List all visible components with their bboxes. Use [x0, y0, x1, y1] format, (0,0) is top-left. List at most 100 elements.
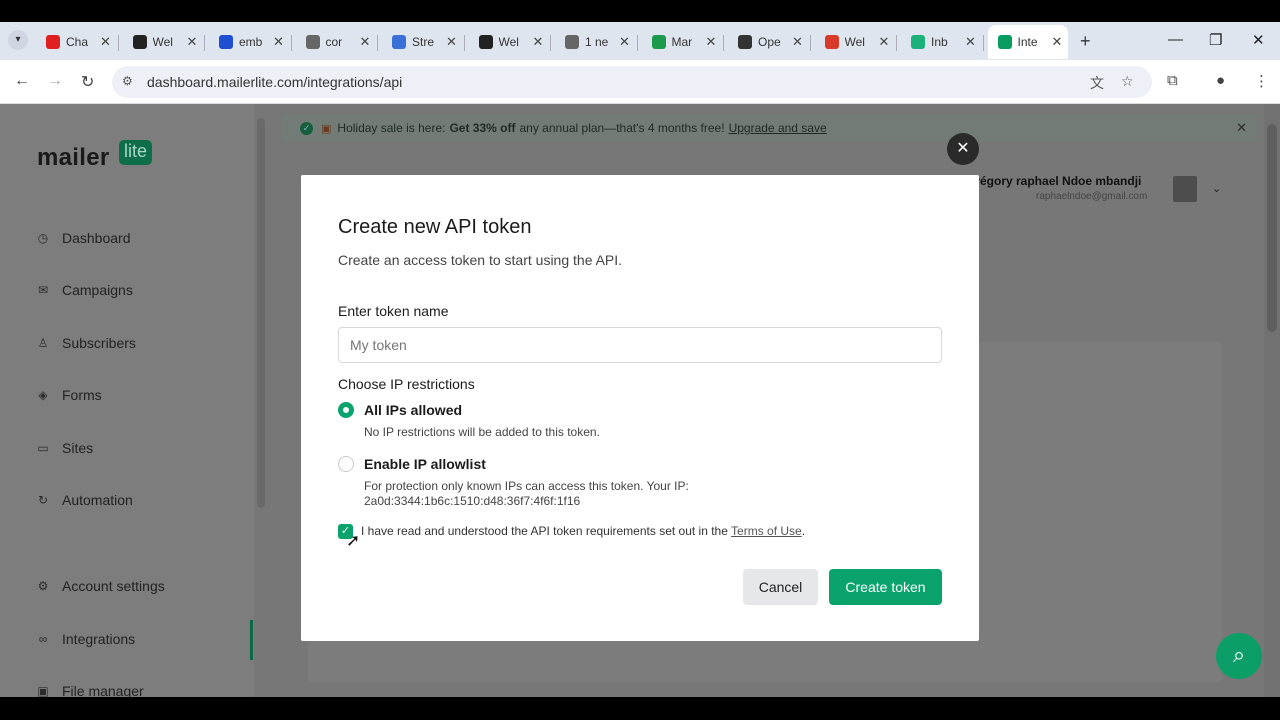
minimize-button[interactable]: — — [1168, 31, 1183, 48]
create-token-button[interactable]: Create token — [829, 569, 942, 605]
browser-tab[interactable]: Mar ✕ — [642, 25, 725, 59]
image-icon: ▣ — [37, 684, 49, 697]
address-bar[interactable]: ⚙ dashboard.mailerlite.com/integrations/… — [112, 66, 1152, 98]
restore-button[interactable]: ❐ — [1209, 31, 1222, 49]
browser-tab[interactable]: Inte ✕ — [987, 25, 1069, 59]
link-icon: ∞ — [38, 632, 48, 646]
user-name[interactable]: grégory raphael Ndoe mbandji — [968, 174, 1141, 188]
token-name-input[interactable] — [338, 327, 942, 363]
translate-icon[interactable]: 文 — [1090, 73, 1104, 93]
tab-close-icon[interactable]: ✕ — [360, 34, 371, 50]
tab-title: Cha — [66, 35, 89, 49]
tab-title: Wel — [152, 35, 173, 49]
search-help-button[interactable]: ⌕ — [1216, 633, 1262, 679]
mouse-cursor-icon: ➚ — [346, 531, 361, 550]
sidebar-scrollbar[interactable] — [254, 104, 268, 697]
browser-tab[interactable]: Wel ✕ — [815, 25, 898, 59]
ip-restrictions-label: Choose IP restrictions — [338, 376, 475, 392]
tab-title: Stre — [412, 35, 435, 49]
tab-close-icon[interactable]: ✕ — [100, 34, 111, 50]
tab-close-icon[interactable]: ✕ — [446, 34, 457, 50]
reload-icon[interactable]: ↻ — [81, 72, 94, 92]
promo-banner: ✓ ▣ Holiday sale is here: Get 33% off an… — [282, 114, 1257, 142]
tab-title: Mar — [671, 35, 693, 49]
user-icon: ♙ — [37, 336, 49, 350]
radio-all-ips[interactable] — [338, 402, 354, 418]
main-scrollbar[interactable] — [1264, 104, 1280, 697]
cancel-button[interactable]: Cancel — [743, 569, 818, 605]
favicon-icon — [392, 35, 406, 49]
sidebar-item-subscribers[interactable]: ♙ Subscribers — [36, 332, 136, 354]
check-icon: ✓ — [300, 121, 313, 135]
sidebar: mailer lite ◷ Dashboard ✉ Campaigns ♙ Subscri… — [0, 104, 254, 697]
tab-close-icon[interactable]: ✕ — [706, 34, 717, 50]
sidebar-item-dashboard[interactable]: ◷ Dashboard — [36, 227, 131, 249]
bookmark-star-icon[interactable]: ☆ — [1121, 73, 1134, 90]
token-name-label: Enter token name — [338, 303, 449, 319]
sidebar-item-account-settings[interactable]: ⚙ Account settings — [36, 575, 165, 597]
user-ip-address: 2a0d:3344:1b6c:1510:d48:36f7:4f6f:1f16 — [364, 494, 581, 508]
option-all-ips-title[interactable]: All IPs allowed — [364, 402, 462, 418]
tab-close-icon[interactable]: ✕ — [273, 34, 284, 50]
back-icon[interactable]: ← — [14, 72, 30, 90]
sidebar-scroll-thumb[interactable] — [257, 118, 265, 508]
sidebar-item-automation[interactable]: ↻ Automation — [36, 489, 133, 511]
gift-icon: ▣ — [321, 122, 332, 135]
mailerlite-logo[interactable]: mailer lite — [37, 140, 153, 184]
favicon-icon — [651, 35, 666, 49]
forward-icon[interactable]: → — [47, 72, 63, 90]
profile-icon[interactable]: ● — [1216, 72, 1225, 89]
tab-title: 1 ne — [585, 35, 609, 49]
browser-tab[interactable]: Cha ✕ — [36, 25, 119, 59]
tab-title: Wel — [844, 35, 865, 49]
tab-title: Ope — [758, 35, 781, 49]
new-tab-button[interactable]: + — [1080, 31, 1091, 52]
sidebar-item-label: File manager — [62, 683, 144, 697]
browser-tabstrip: ▾ Cha ✕ Wel ✕ emb ✕ cor ✕ Stre ✕ Wel ✕ 1 ne ✕ Mar ✕ Ope ✕… — [0, 22, 1280, 60]
browser-icon: ▭ — [37, 441, 49, 455]
tab-close-icon[interactable]: ✕ — [792, 34, 803, 50]
favicon-icon — [478, 35, 493, 49]
browser-tab[interactable]: Inb ✕ — [901, 25, 984, 59]
sidebar-item-campaigns[interactable]: ✉ Campaigns — [36, 279, 133, 301]
sidebar-item-sites[interactable]: ▭ Sites — [36, 437, 93, 459]
active-nav-indicator — [250, 620, 253, 660]
terms-period: . — [801, 524, 806, 538]
banner-post-text: any annual plan—that's 4 months free! — [519, 121, 725, 135]
tab-close-icon[interactable]: ✕ — [187, 34, 198, 50]
terms-of-use-link[interactable]: Terms of Use — [731, 524, 802, 538]
sidebar-item-integrations[interactable]: ∞ Integrations — [36, 628, 135, 650]
avatar[interactable] — [1173, 176, 1197, 202]
tab-close-icon[interactable]: ✕ — [879, 34, 890, 50]
browser-tab[interactable]: Wel ✕ — [123, 25, 206, 59]
favicon-icon — [738, 35, 752, 49]
terms-text: I have read and understood the API token… — [361, 524, 728, 538]
sidebar-item-file-manager[interactable]: ▣ File manager — [36, 680, 144, 697]
tab-title: Inb — [931, 35, 948, 49]
tab-close-icon[interactable]: ✕ — [965, 34, 976, 50]
radio-ip-allowlist[interactable] — [338, 456, 354, 472]
modal-close-button[interactable]: ✕ — [947, 133, 979, 165]
close-window-button[interactable]: ✕ — [1252, 31, 1265, 49]
chevron-down-icon[interactable]: ⌄ — [1212, 182, 1221, 195]
browser-tab[interactable]: Ope ✕ — [728, 25, 811, 59]
browser-tab[interactable]: Wel ✕ — [469, 25, 552, 59]
upgrade-link[interactable]: Upgrade and save — [729, 121, 827, 135]
browser-tab[interactable]: Stre ✕ — [382, 25, 465, 59]
close-icon[interactable]: ✕ — [1236, 120, 1247, 136]
tab-close-icon[interactable]: ✕ — [533, 34, 544, 50]
option-allowlist-title[interactable]: Enable IP allowlist — [364, 456, 486, 472]
browser-tab[interactable]: 1 ne ✕ — [555, 25, 638, 59]
sidebar-item-forms[interactable]: ◈ Forms — [36, 384, 101, 406]
tab-close-icon[interactable]: ✕ — [1052, 34, 1063, 50]
site-info-icon[interactable]: ⚙ — [122, 74, 138, 90]
tab-search-button[interactable]: ▾ — [8, 30, 28, 50]
menu-kebab-icon[interactable]: ⋮ — [1254, 72, 1269, 90]
browser-tab[interactable]: cor ✕ — [296, 25, 379, 59]
gear-icon: ⚙ — [37, 579, 49, 593]
tab-close-icon[interactable]: ✕ — [619, 34, 630, 50]
browser-tab[interactable]: emb ✕ — [209, 25, 292, 59]
browser-toolbar: ← → ↻ ⚙ dashboard.mailerlite.com/integra… — [0, 60, 1280, 104]
main-scroll-thumb[interactable] — [1267, 124, 1277, 332]
extensions-icon[interactable]: ⧉ — [1167, 72, 1178, 89]
